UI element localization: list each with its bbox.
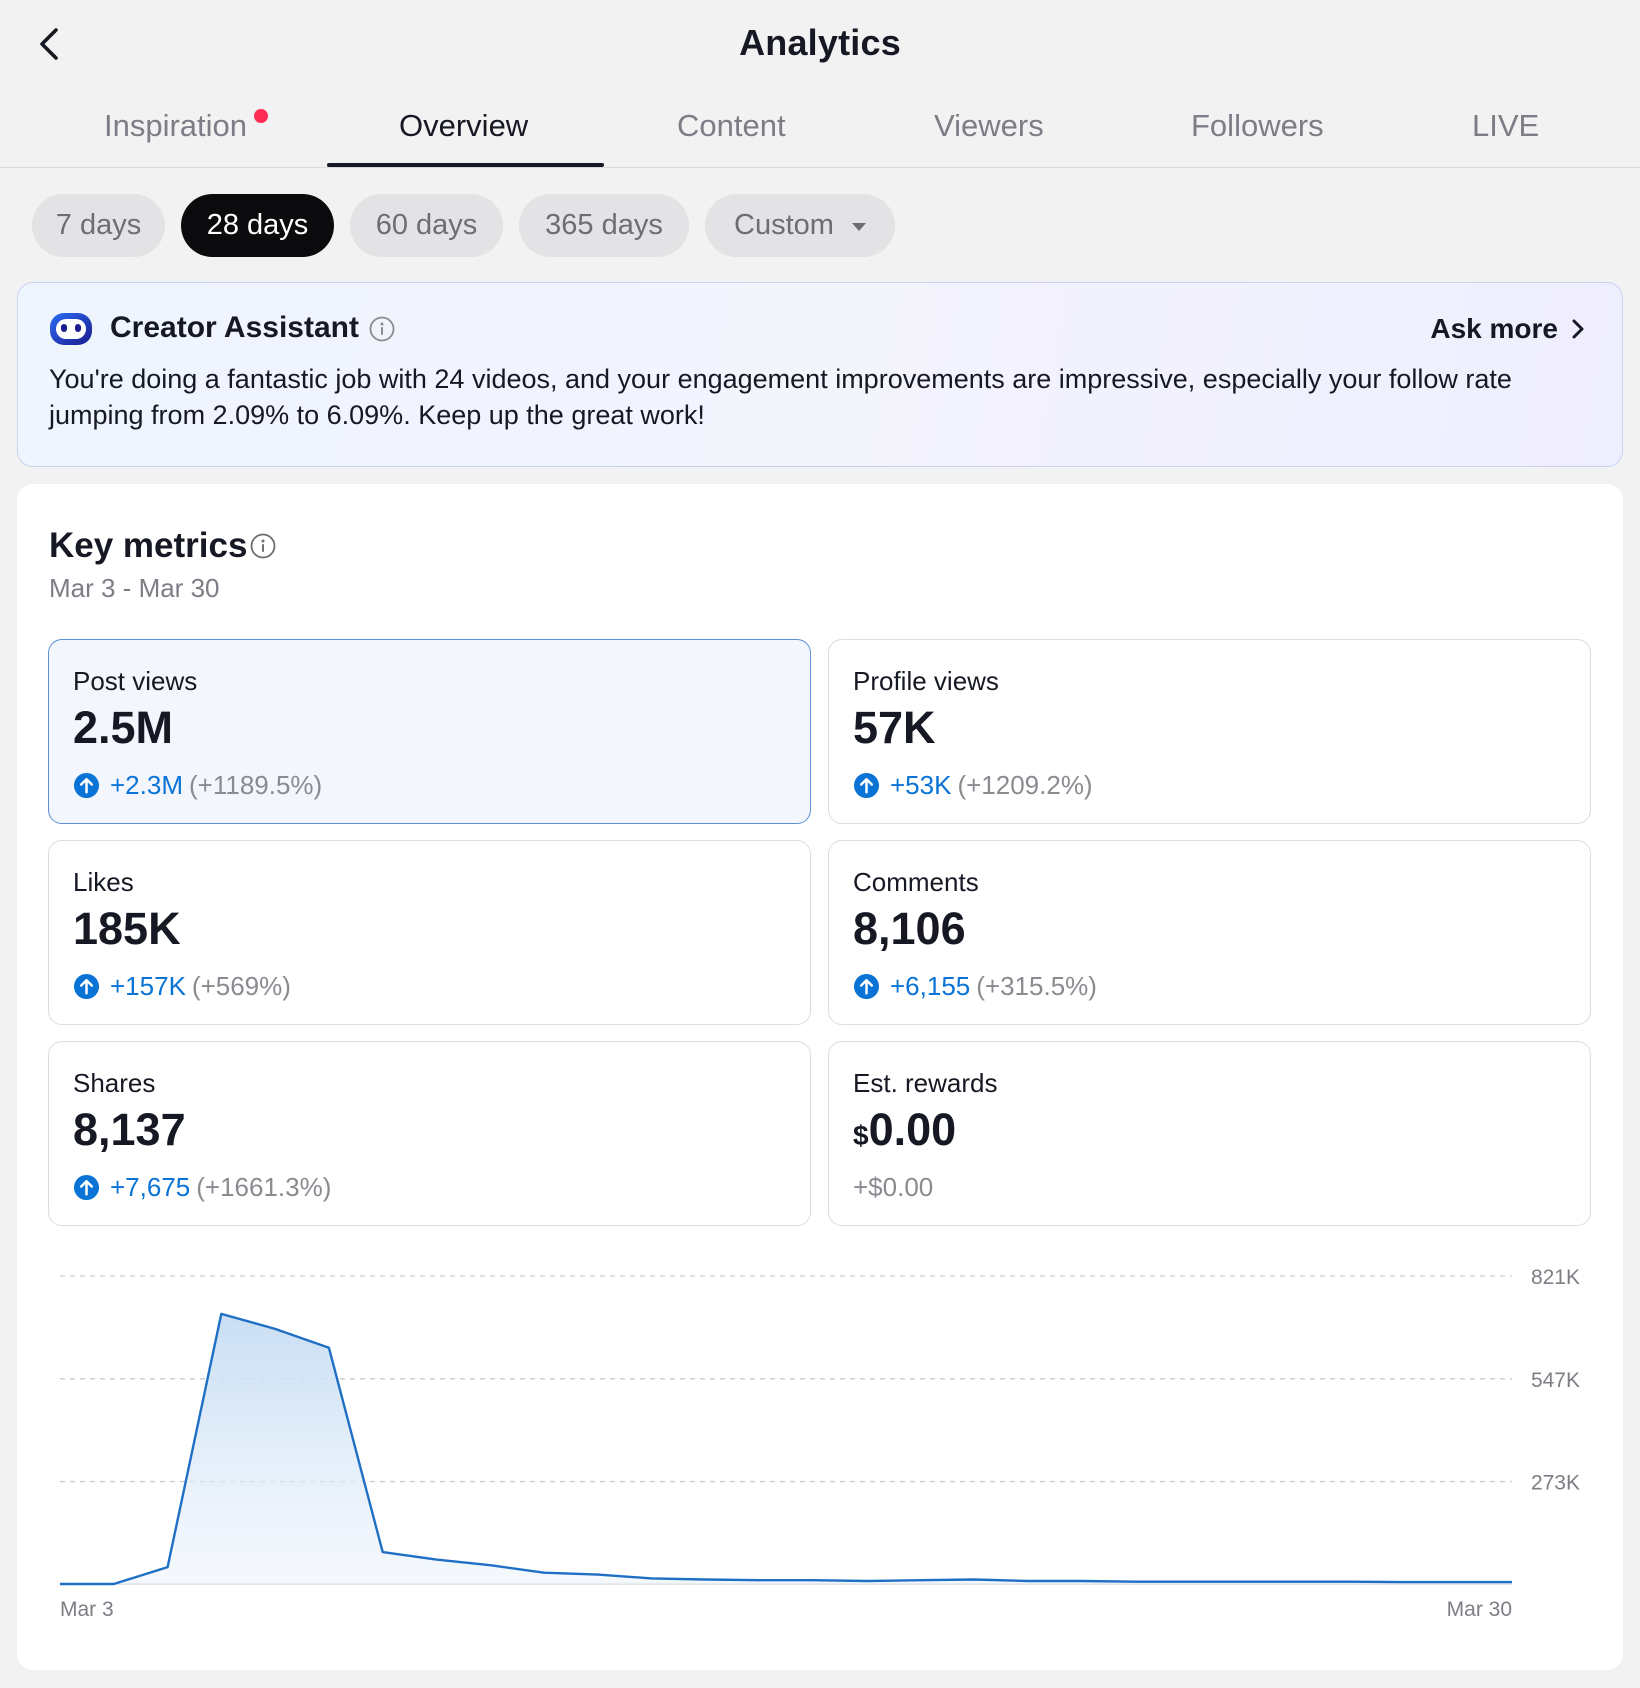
metric-delta: +$0.00 bbox=[853, 1172, 933, 1203]
metric-delta-percent: (+315.5%) bbox=[976, 971, 1097, 1001]
info-icon[interactable] bbox=[369, 316, 395, 342]
metric-value: 8,106 bbox=[853, 903, 966, 954]
metric-card-shares[interactable]: Shares 8,137 +7,675 (+1661.3%) bbox=[48, 1041, 811, 1226]
range-7-days[interactable]: 7 days bbox=[32, 194, 165, 257]
date-range-label: Mar 3 - Mar 30 bbox=[49, 573, 220, 603]
range-60-days[interactable]: 60 days bbox=[350, 194, 503, 257]
metric-card-comments[interactable]: Comments 8,106 +6,155 (+315.5%) bbox=[828, 840, 1591, 1025]
metric-card-profile-views[interactable]: Profile views 57K +53K (+1209.2%) bbox=[828, 639, 1591, 824]
metric-delta-value: +53K bbox=[890, 770, 952, 800]
range-365-days[interactable]: 365 days bbox=[519, 194, 689, 257]
metric-value: 57K bbox=[853, 702, 936, 753]
metric-label: Likes bbox=[73, 867, 134, 897]
metric-card-post-views[interactable]: Post views 2.5M +2.3M (+1189.5%) bbox=[48, 639, 811, 824]
metric-delta-value: +2.3M bbox=[110, 770, 183, 800]
series-area bbox=[60, 1313, 1512, 1584]
chevron-right-icon bbox=[1572, 319, 1584, 339]
metric-label: Est. rewards bbox=[853, 1068, 998, 1098]
metric-delta-value: +$0.00 bbox=[853, 1172, 934, 1202]
metric-value-number: 0.00 bbox=[868, 1104, 957, 1155]
metric-delta-value: +157K bbox=[110, 971, 186, 1001]
metric-delta-percent: (+569%) bbox=[191, 971, 291, 1001]
ask-more-label: Ask more bbox=[1430, 313, 1558, 344]
metric-card-est-rewards[interactable]: Est. rewards $0.00 +$0.00 bbox=[828, 1041, 1591, 1226]
metric-delta-percent: (+1209.2%) bbox=[957, 770, 1093, 800]
metric-delta: +2.3M (+1189.5%) bbox=[73, 770, 322, 801]
y-tick-label: 273K bbox=[1531, 1472, 1580, 1495]
metric-label: Post views bbox=[73, 666, 198, 696]
metric-value: 185K bbox=[73, 903, 181, 954]
notification-dot bbox=[254, 109, 268, 123]
arrow-up-circle-icon bbox=[73, 1174, 100, 1201]
tab-bar: Inspiration Overview Content Viewers Fol… bbox=[0, 90, 1640, 168]
metric-delta-value: +7,675 bbox=[110, 1172, 191, 1202]
metric-delta-value: +6,155 bbox=[890, 971, 971, 1001]
arrow-up-circle-icon bbox=[73, 973, 100, 1000]
metric-label: Shares bbox=[73, 1068, 156, 1098]
tab-viewers[interactable]: Viewers bbox=[934, 108, 1044, 144]
assistant-bot-icon bbox=[50, 313, 92, 345]
metric-delta-percent: (+1661.3%) bbox=[196, 1172, 332, 1202]
arrow-up-circle-icon bbox=[73, 772, 100, 799]
metric-delta: +53K (+1209.2%) bbox=[853, 770, 1093, 801]
metric-value: 8,137 bbox=[73, 1104, 186, 1155]
metric-value: 2.5M bbox=[73, 702, 174, 753]
key-metrics-title: Key metrics bbox=[49, 526, 248, 565]
tab-overview[interactable]: Overview bbox=[399, 108, 528, 144]
caret-down-icon bbox=[851, 222, 866, 231]
metric-delta: +157K (+569%) bbox=[73, 971, 291, 1002]
metric-label: Comments bbox=[853, 867, 979, 897]
metric-delta: +6,155 (+315.5%) bbox=[853, 971, 1097, 1002]
tab-inspiration[interactable]: Inspiration bbox=[104, 108, 247, 144]
x-tick-label: Mar 30 bbox=[1447, 1598, 1512, 1621]
assistant-message: You're doing a fantastic job with 24 vid… bbox=[49, 364, 1512, 430]
y-tick-label: 821K bbox=[1531, 1266, 1580, 1289]
ask-more-link[interactable]: Ask more bbox=[1430, 313, 1586, 345]
currency-symbol: $ bbox=[853, 1120, 869, 1151]
range-custom-label: Custom bbox=[734, 209, 834, 241]
info-icon[interactable] bbox=[250, 533, 276, 559]
range-custom-dropdown[interactable]: Custom bbox=[705, 194, 895, 257]
page-title: Analytics bbox=[739, 22, 901, 63]
x-tick-label: Mar 3 bbox=[60, 1598, 114, 1621]
metric-label: Profile views bbox=[853, 666, 999, 696]
tab-followers[interactable]: Followers bbox=[1191, 108, 1324, 144]
range-28-days[interactable]: 28 days bbox=[181, 194, 334, 257]
arrow-up-circle-icon bbox=[853, 973, 880, 1000]
creator-assistant-card: Creator Assistant Ask more You're doing … bbox=[17, 282, 1623, 467]
metric-value: $0.00 bbox=[853, 1104, 956, 1156]
arrow-up-circle-icon bbox=[853, 772, 880, 799]
metric-card-likes[interactable]: Likes 185K +157K (+569%) bbox=[48, 840, 811, 1025]
y-tick-label: 547K bbox=[1531, 1369, 1580, 1392]
metric-delta: +7,675 (+1661.3%) bbox=[73, 1172, 331, 1203]
tab-live[interactable]: LIVE bbox=[1472, 108, 1539, 144]
assistant-title: Creator Assistant bbox=[110, 311, 359, 344]
header: Analytics bbox=[0, 0, 1640, 90]
post-views-chart: 821K 547K 273K Mar 3 Mar 30 bbox=[60, 1266, 1580, 1621]
active-tab-indicator bbox=[327, 163, 604, 167]
metric-delta-percent: (+1189.5%) bbox=[189, 770, 323, 800]
tab-content[interactable]: Content bbox=[677, 108, 786, 144]
